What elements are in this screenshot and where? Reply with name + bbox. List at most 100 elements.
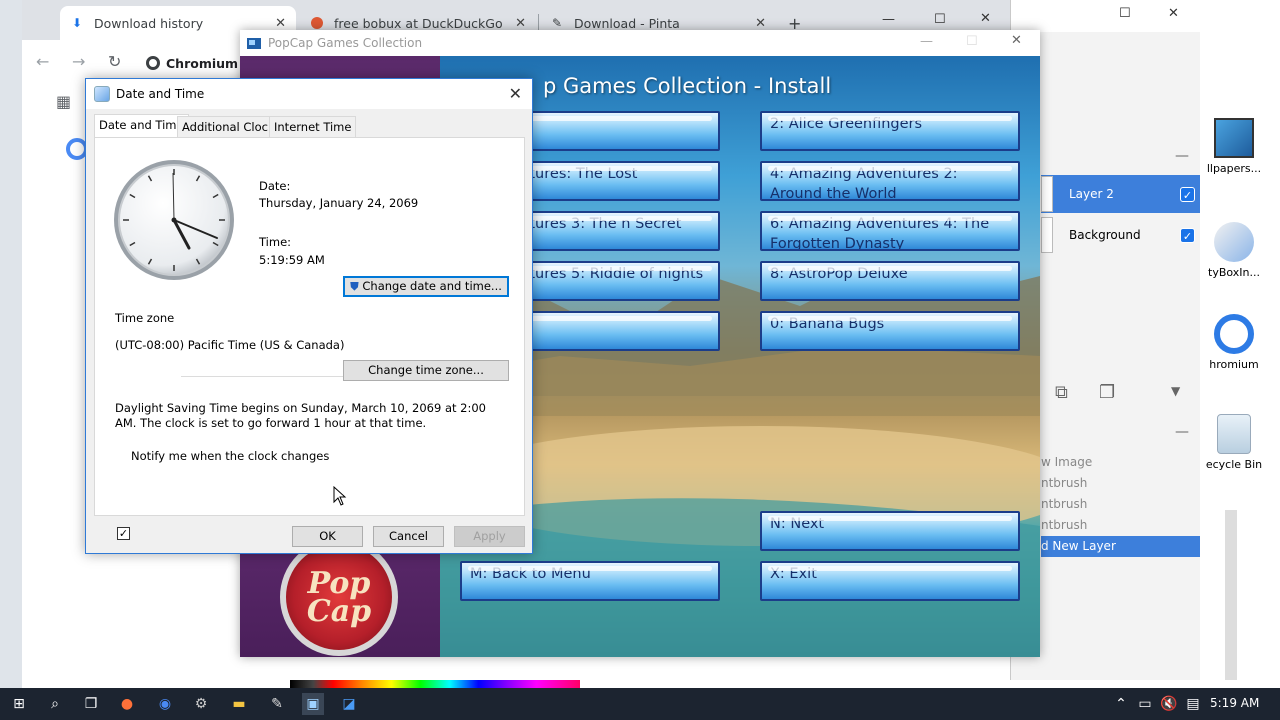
minimize-icon[interactable]: — bbox=[882, 12, 895, 27]
scrollbar[interactable] bbox=[1225, 510, 1237, 680]
history-item[interactable]: w Image bbox=[1041, 452, 1201, 473]
layer-row[interactable]: Background ✓ bbox=[1041, 216, 1201, 254]
network-icon[interactable]: ▭ bbox=[1134, 693, 1156, 715]
tab-date-and-time[interactable]: Date and Time bbox=[94, 114, 189, 138]
date-value: Thursday, January 24, 2069 bbox=[259, 196, 419, 210]
recycle-bin-icon bbox=[1217, 414, 1251, 454]
close-tab-icon[interactable]: ✕ bbox=[275, 16, 286, 31]
back-icon[interactable]: ← bbox=[36, 52, 49, 71]
game-button[interactable]: 8: AstroPop Deluxe bbox=[760, 261, 1020, 301]
taskbar: ⊞ ⌕ ❐ ● ◉ ⚙ ▬ ✎ ▣ ◪ ⌃ ▭ 🔇 ▤ bbox=[0, 688, 1280, 720]
search-icon[interactable]: ⌕ bbox=[44, 693, 66, 715]
close-icon[interactable]: ✕ bbox=[509, 84, 522, 103]
chromium-taskbar-icon[interactable]: ◉ bbox=[154, 693, 176, 715]
taskbar-clock[interactable]: 5:19 AM bbox=[1210, 696, 1259, 710]
omnibox-chip-label: Chromium bbox=[166, 55, 239, 71]
history-item[interactable]: ntbrush bbox=[1041, 515, 1201, 536]
visibility-checkbox[interactable]: ✓ bbox=[1180, 186, 1195, 202]
dropdown-arrow-icon[interactable]: ▼ bbox=[1171, 384, 1180, 398]
dialog-title-bar: Date and Time ✕ bbox=[86, 79, 532, 109]
visibility-checkbox[interactable]: ✓ bbox=[1180, 227, 1195, 243]
notify-label: Notify me when the clock changes bbox=[131, 449, 330, 463]
forward-icon[interactable]: → bbox=[72, 52, 85, 71]
apps-grid-icon[interactable]: ▦ bbox=[56, 92, 71, 111]
date-time-taskbar-icon[interactable]: ▣ bbox=[302, 693, 324, 715]
volume-muted-icon[interactable]: 🔇 bbox=[1158, 693, 1180, 715]
maximize-icon[interactable]: ☐ bbox=[1119, 6, 1131, 21]
game-button[interactable]: 2: Alice Greenfingers bbox=[760, 111, 1020, 151]
layer-row[interactable]: Layer 2 ✓ bbox=[1041, 175, 1201, 213]
layer-name: Layer 2 bbox=[1069, 187, 1114, 201]
time-label: Time: bbox=[259, 235, 292, 249]
desktop-icon-virtualbox[interactable]: tyBoxIn... bbox=[1204, 222, 1264, 279]
tab-label: Download history bbox=[94, 15, 204, 31]
date-time-dialog: Date and Time ✕ Date and Time Additional… bbox=[85, 78, 533, 554]
popcap-app-icon bbox=[247, 38, 261, 49]
action-center-icon[interactable]: ▤ bbox=[1182, 693, 1204, 715]
desktop-icon-label: ecycle Bin bbox=[1205, 458, 1263, 471]
game-button[interactable]: 4: Amazing Adventures 2: Around the Worl… bbox=[760, 161, 1020, 201]
desktop-icon-wallpapers[interactable]: llpapers... bbox=[1204, 118, 1264, 175]
date-time-app-icon bbox=[94, 86, 110, 102]
popcap-taskbar-icon[interactable]: ◪ bbox=[338, 693, 360, 715]
game-button[interactable]: 0: Banana Bugs bbox=[760, 311, 1020, 351]
pinta-color-palette[interactable] bbox=[290, 680, 580, 688]
history-item[interactable]: d New Layer bbox=[1041, 536, 1201, 557]
pinta-taskbar-icon[interactable]: ✎ bbox=[266, 693, 288, 715]
close-icon[interactable]: ✕ bbox=[1011, 33, 1022, 48]
firefox-icon[interactable]: ● bbox=[116, 693, 138, 715]
download-icon: ⬇ bbox=[71, 16, 83, 30]
next-button[interactable]: N: Next bbox=[760, 511, 1020, 551]
change-time-zone-button[interactable]: Change time zone... bbox=[343, 360, 509, 381]
mouse-cursor-icon bbox=[333, 486, 347, 506]
notify-checkbox[interactable]: ✓ bbox=[117, 527, 130, 540]
omnibox-chip[interactable]: Chromium bbox=[146, 51, 238, 75]
tab-label: free bobux at DuckDuckGo bbox=[334, 15, 503, 31]
layer-name: Background bbox=[1069, 228, 1141, 242]
reload-icon[interactable]: ↻ bbox=[108, 52, 121, 71]
window-title: PopCap Games Collection bbox=[268, 36, 423, 50]
cancel-button[interactable]: Cancel bbox=[373, 526, 444, 547]
wallpaper-shortcut-icon bbox=[1214, 118, 1254, 158]
time-zone-heading: Time zone bbox=[115, 311, 175, 325]
date-time-panel: Date: Thursday, January 24, 2069 Time: 5… bbox=[94, 137, 525, 540]
back-to-menu-button[interactable]: M: Back to Menu bbox=[460, 561, 720, 601]
layers-panel: Layer 2 ✓ Background ✓ bbox=[1041, 150, 1201, 260]
duplicate-layer-icon[interactable]: ⧉ bbox=[1055, 382, 1068, 403]
desktop-icon-recycle-bin[interactable]: ecycle Bin bbox=[1204, 414, 1264, 471]
background-app-edge bbox=[0, 0, 22, 688]
tray-chevron-icon[interactable]: ⌃ bbox=[1110, 693, 1132, 715]
time-zone-value: (UTC-08:00) Pacific Time (US & Canada) bbox=[115, 338, 345, 352]
start-windows-icon[interactable]: ⊞ bbox=[8, 693, 30, 715]
dst-notice: Daylight Saving Time begins on Sunday, M… bbox=[115, 401, 486, 430]
task-view-icon[interactable]: ❐ bbox=[80, 693, 102, 715]
popcap-logo-text: Pop Cap bbox=[306, 566, 372, 629]
virtualbox-icon bbox=[1214, 222, 1254, 262]
app-icon[interactable]: ⚙ bbox=[190, 693, 212, 715]
tab-internet-time[interactable]: Internet Time bbox=[269, 116, 357, 138]
tab-label: Download - Pinta bbox=[574, 15, 680, 31]
file-explorer-icon[interactable]: ▬ bbox=[228, 693, 250, 715]
change-date-time-button[interactable]: ⛊ Change date and time... bbox=[343, 276, 509, 297]
history-item[interactable]: ntbrush bbox=[1041, 473, 1201, 494]
close-icon[interactable]: ✕ bbox=[1168, 6, 1179, 21]
maximize-icon[interactable]: ☐ bbox=[934, 12, 946, 27]
collapse-icon[interactable]: — bbox=[1175, 424, 1189, 440]
close-tab-icon[interactable]: ✕ bbox=[515, 16, 526, 31]
ok-button[interactable]: OK bbox=[292, 526, 363, 547]
layer-thumbnail bbox=[1041, 176, 1053, 212]
copy-icon[interactable]: ❐ bbox=[1099, 382, 1115, 403]
exit-button[interactable]: X: Exit bbox=[760, 561, 1020, 601]
layer-thumbnail bbox=[1041, 217, 1053, 253]
close-tab-icon[interactable]: ✕ bbox=[755, 16, 766, 31]
duckduckgo-icon bbox=[310, 16, 324, 30]
minimize-icon[interactable]: — bbox=[920, 34, 933, 49]
history-list: w Image ntbrush ntbrush ntbrush d New La… bbox=[1041, 452, 1201, 557]
game-button[interactable]: 6: Amazing Adventures 4: The Forgotten D… bbox=[760, 211, 1020, 251]
popcap-title-bar: PopCap Games Collection — ☐ ✕ bbox=[240, 30, 1040, 56]
chromium-icon bbox=[146, 56, 160, 70]
close-icon[interactable]: ✕ bbox=[980, 11, 991, 26]
history-item[interactable]: ntbrush bbox=[1041, 494, 1201, 515]
pinta-title-bar: ☐ ✕ bbox=[1011, 0, 1201, 32]
desktop-icon-chromium[interactable]: hromium bbox=[1204, 314, 1264, 371]
